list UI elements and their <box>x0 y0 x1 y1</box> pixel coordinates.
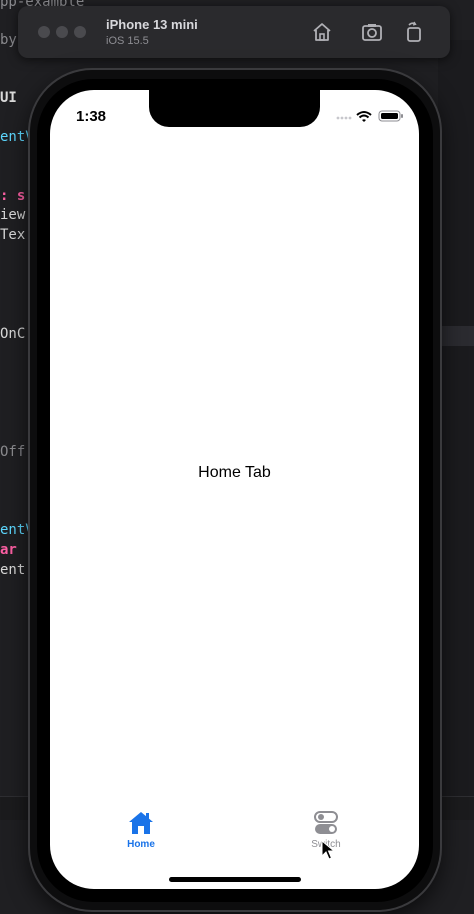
code-line: ent <box>0 562 26 578</box>
tab-home[interactable]: Home <box>96 810 186 860</box>
home-indicator[interactable] <box>169 877 301 882</box>
code-line: entV <box>0 129 34 145</box>
code-line: Tex <box>0 227 26 243</box>
device-name: iPhone 13 mini <box>106 17 198 32</box>
rotate-icon[interactable] <box>402 20 426 44</box>
editor-minimap <box>438 40 474 820</box>
screenshot-icon[interactable] <box>360 20 384 44</box>
window-minimize-button[interactable] <box>56 26 68 38</box>
home-icon[interactable] <box>310 20 334 44</box>
status-bar-time: 1:38 <box>76 108 107 125</box>
code-line: UI <box>0 90 17 106</box>
os-version: iOS 15.5 <box>106 35 149 47</box>
battery-icon <box>378 110 403 122</box>
simulator-toolbar: iPhone 13 mini iOS 15.5 <box>18 6 450 58</box>
window-zoom-button[interactable] <box>74 26 86 38</box>
window-close-button[interactable] <box>38 26 50 38</box>
phone-screen: 1:38 Home Tab Home <box>50 90 419 889</box>
mouse-cursor-icon <box>321 839 336 860</box>
code-line: : s <box>0 188 26 204</box>
notch <box>149 90 320 127</box>
status-bar-icons <box>335 109 405 123</box>
wifi-icon <box>356 111 372 122</box>
code-line: Off <box>0 444 26 460</box>
signal-icon <box>336 116 352 120</box>
code-line: entV <box>0 522 34 538</box>
code-line: OnC <box>0 326 26 342</box>
editor-highlight-line <box>438 326 474 346</box>
switch-icon <box>314 811 338 834</box>
code-line: ar <box>0 542 17 558</box>
code-line: by <box>0 32 17 48</box>
home-tab-content-title: Home Tab <box>198 464 271 481</box>
code-line: iew <box>0 207 26 223</box>
house-icon <box>129 812 153 834</box>
tab-home-label: Home <box>127 839 155 850</box>
